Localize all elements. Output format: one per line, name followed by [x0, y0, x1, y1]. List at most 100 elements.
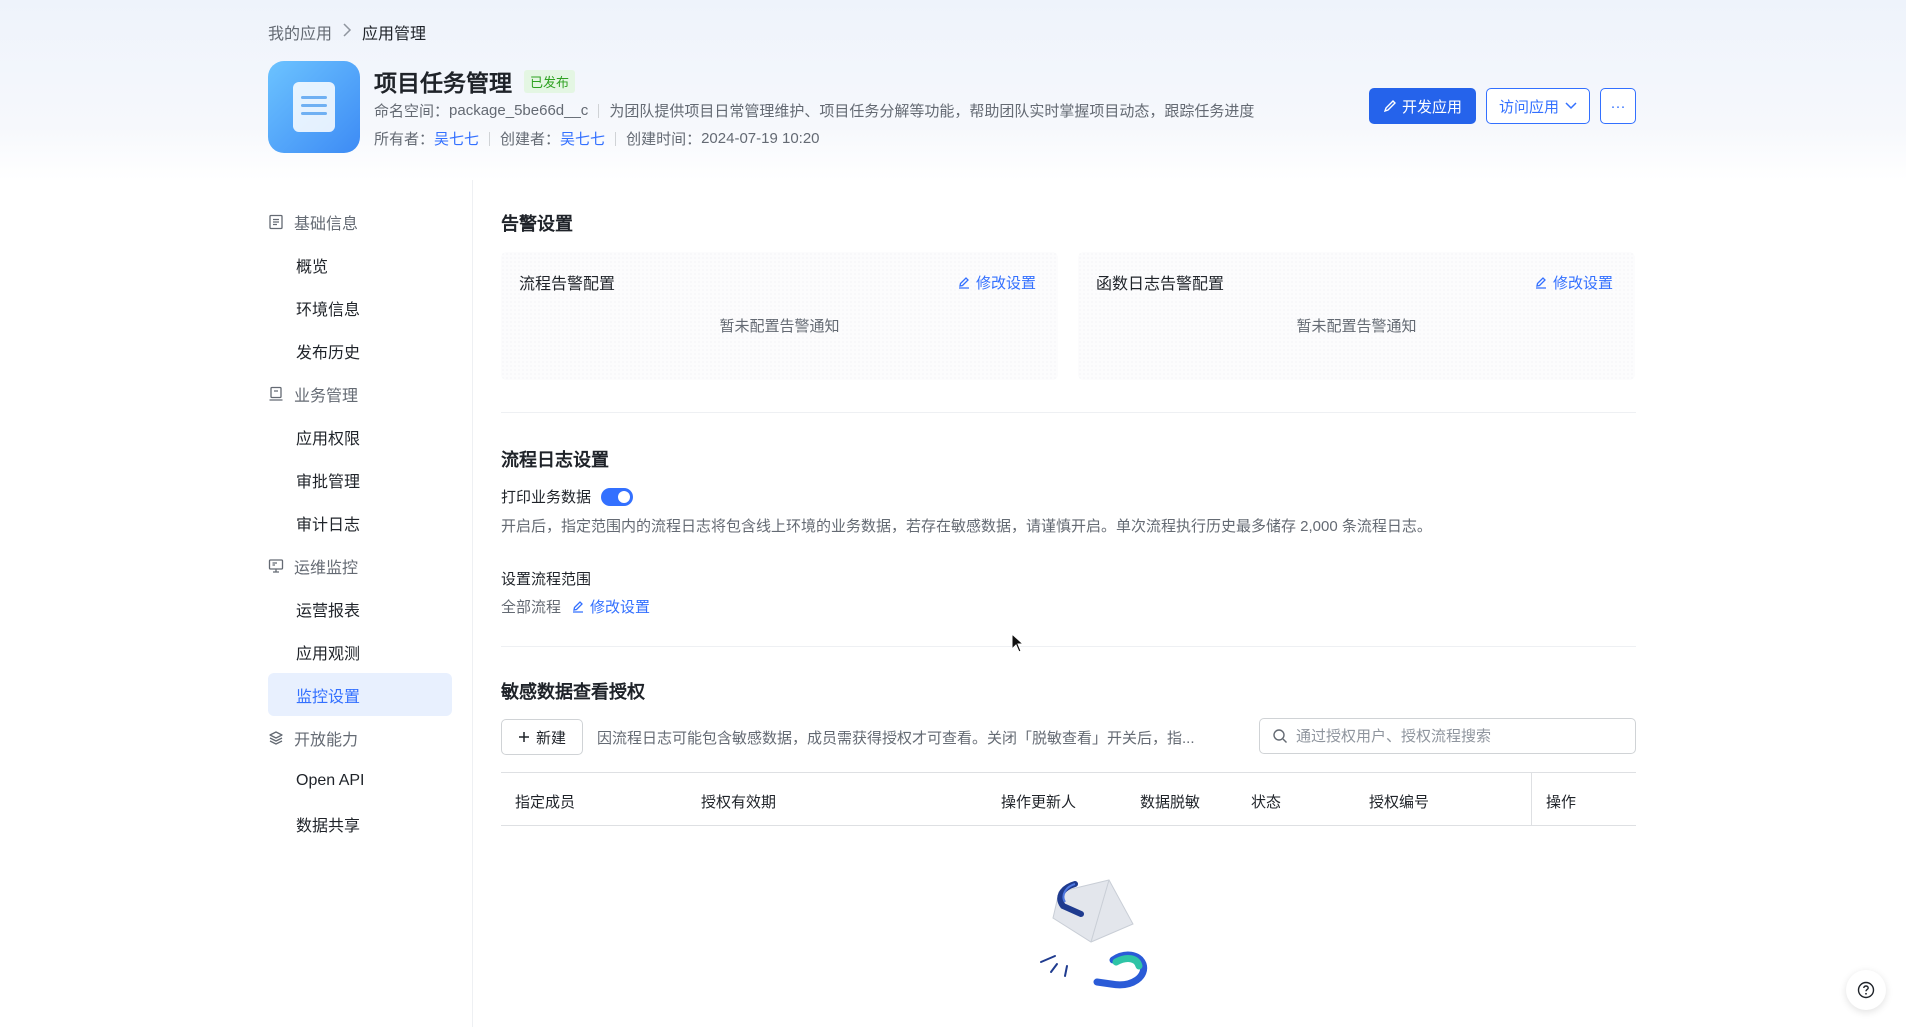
- develop-app-label: 开发应用: [1401, 98, 1462, 116]
- briefcase-icon: [269, 386, 283, 401]
- help-icon: [1857, 981, 1875, 999]
- sidebar-item-audit-log[interactable]: 审计日志: [268, 501, 452, 544]
- visit-app-label: 访问应用: [1498, 98, 1559, 116]
- owner-label: 所有者：: [374, 131, 435, 148]
- column-divider: [1531, 773, 1532, 826]
- sidebar-item-ops-report[interactable]: 运营报表: [268, 587, 452, 630]
- app-meta-line-2: 所有者： 吴七七 创建者： 吴七七 创建时间： 2024-07-19 10:20: [374, 128, 820, 149]
- more-icon: ···: [1610, 97, 1626, 115]
- develop-icon: [1383, 99, 1397, 113]
- edit-icon: [1535, 276, 1546, 289]
- layers-icon: [269, 730, 283, 745]
- auth-section-title: 敏感数据查看授权: [501, 682, 645, 702]
- app-title: 项目任务管理: [374, 70, 512, 96]
- new-auth-label: 新建: [536, 729, 567, 747]
- edit-settings-link[interactable]: 修改设置: [1534, 272, 1613, 293]
- edit-icon: [573, 600, 584, 613]
- header-actions: 开发应用 访问应用 ···: [1368, 88, 1636, 124]
- creator-label: 创建者：: [500, 131, 561, 148]
- section-divider: [501, 412, 1636, 413]
- namespace-label: 命名空间：: [374, 103, 450, 120]
- auth-description: 因流程日志可能包含敏感数据，成员需获得授权才可查看。关闭「脱敏查看」开关后，指.…: [597, 729, 1195, 747]
- plus-icon: [518, 731, 530, 743]
- divider: [598, 103, 600, 118]
- divider: [489, 131, 491, 146]
- sidebar-item-environment[interactable]: 环境信息: [268, 286, 452, 329]
- status-badge: 已发布: [524, 69, 576, 93]
- col-auth-id: 授权编号: [1369, 794, 1430, 811]
- scope-label: 设置流程范围: [501, 571, 592, 588]
- flow-alert-card: 流程告警配置 修改设置 暂未配置告警通知: [501, 252, 1058, 380]
- empty-state-illustration: [1021, 872, 1161, 1007]
- divider: [615, 131, 617, 146]
- sidebar-group-label: 业务管理: [294, 387, 359, 405]
- sidebar-item-monitor-settings[interactable]: 监控设置: [268, 673, 452, 716]
- sidebar-item-open-api[interactable]: Open API: [268, 759, 452, 802]
- app-description: 为团队提供项目日常管理维护、项目任务分解等功能，帮助团队实时掌握项目动态，跟踪任…: [609, 103, 1255, 120]
- search-icon: [1273, 729, 1287, 743]
- sidebar-group-business: 业务管理: [268, 372, 452, 415]
- sidebar-group-label: 开放能力: [294, 731, 359, 749]
- app-meta-line-1: 命名空间： package_5be66d__c 为团队提供项目日常管理维护、项目…: [374, 100, 1254, 121]
- col-validity: 授权有效期: [701, 794, 777, 811]
- created-label: 创建时间：: [626, 131, 702, 148]
- alert-section-title: 告警设置: [501, 214, 573, 234]
- auth-table-header: 指定成员 授权有效期 操作更新人 数据脱敏 状态 授权编号 操作: [501, 772, 1636, 826]
- created-time: 2024-07-19 10:20: [701, 130, 820, 147]
- flow-log-description: 开启后，指定范围内的流程日志将包含线上环境的业务数据，若存在敏感数据，请谨慎开启…: [501, 518, 1432, 535]
- creator-link[interactable]: 吴七七: [560, 128, 605, 149]
- card-title: 函数日志告警配置: [1096, 276, 1225, 293]
- function-log-alert-card: 函数日志告警配置 修改设置 暂未配置告警通知: [1078, 252, 1635, 380]
- sidebar-group-label: 运维监控: [294, 559, 359, 577]
- sidebar-group-open: 开放能力: [268, 716, 452, 759]
- sidebar-group-ops: 运维监控: [268, 544, 452, 587]
- app-title-row: 项目任务管理 已发布: [374, 64, 576, 98]
- auth-toolbar: 新建 因流程日志可能包含敏感数据，成员需获得授权才可查看。关闭「脱敏查看」开关后…: [501, 718, 1636, 756]
- sidebar-item-app-observability[interactable]: 应用观测: [268, 630, 452, 673]
- card-title: 流程告警配置: [519, 276, 616, 293]
- auth-search-input[interactable]: [1296, 727, 1616, 745]
- sidebar-item-approval[interactable]: 审批管理: [268, 458, 452, 501]
- col-actions: 操作: [1546, 794, 1577, 811]
- sidebar-item-release-history[interactable]: 发布历史: [268, 329, 452, 372]
- visit-app-button[interactable]: 访问应用: [1485, 88, 1590, 124]
- col-updater: 操作更新人: [1001, 794, 1077, 811]
- new-auth-button[interactable]: 新建: [501, 719, 584, 755]
- col-masking: 数据脱敏: [1140, 794, 1201, 811]
- edit-icon: [958, 276, 969, 289]
- namespace-value: package_5be66d__c: [449, 102, 589, 119]
- print-data-row: 打印业务数据: [501, 486, 634, 507]
- edit-settings-link[interactable]: 修改设置: [957, 272, 1036, 293]
- develop-app-button[interactable]: 开发应用: [1368, 88, 1476, 124]
- mouse-cursor-icon: [1011, 632, 1025, 658]
- sidebar-divider: [472, 180, 473, 1027]
- help-button[interactable]: [1846, 970, 1886, 1010]
- breadcrumb-parent[interactable]: 我的应用: [268, 20, 332, 44]
- sidebar-item-overview[interactable]: 概览: [268, 243, 452, 286]
- chevron-down-icon: [1565, 102, 1577, 110]
- col-status: 状态: [1251, 794, 1282, 811]
- task-doc-icon: [293, 82, 335, 132]
- auth-search-box: [1259, 718, 1636, 754]
- sidebar-item-data-sharing[interactable]: 数据共享: [268, 802, 452, 845]
- sidebar: 基础信息 概览 环境信息 发布历史 业务管理 应用权限 审批管理 审计日志 运维…: [268, 200, 452, 845]
- breadcrumb-current: 应用管理: [362, 26, 427, 43]
- more-button[interactable]: ···: [1600, 88, 1636, 124]
- empty-text: 暂未配置告警通知: [719, 318, 840, 335]
- print-data-toggle[interactable]: [601, 487, 634, 506]
- sidebar-group-basic: 基础信息: [268, 200, 452, 243]
- print-data-label: 打印业务数据: [501, 489, 592, 506]
- owner-link[interactable]: 吴七七: [434, 128, 479, 149]
- edit-settings-label: 修改设置: [1552, 275, 1613, 292]
- flow-log-section-title: 流程日志设置: [501, 450, 609, 470]
- alert-cards: 流程告警配置 修改设置 暂未配置告警通知 函数日志告警配置 修改设置 暂未配置告…: [501, 252, 1636, 380]
- scope-row: 全部流程 修改设置: [501, 596, 650, 617]
- col-member: 指定成员: [515, 794, 576, 811]
- monitor-icon: [268, 558, 284, 573]
- sidebar-item-app-permissions[interactable]: 应用权限: [268, 415, 452, 458]
- breadcrumb: 我的应用 应用管理: [268, 20, 426, 44]
- sidebar-group-label: 基础信息: [294, 215, 359, 233]
- scope-value: 全部流程: [501, 599, 562, 616]
- edit-settings-label: 修改设置: [975, 275, 1036, 292]
- scope-edit-link[interactable]: 修改设置: [571, 596, 650, 617]
